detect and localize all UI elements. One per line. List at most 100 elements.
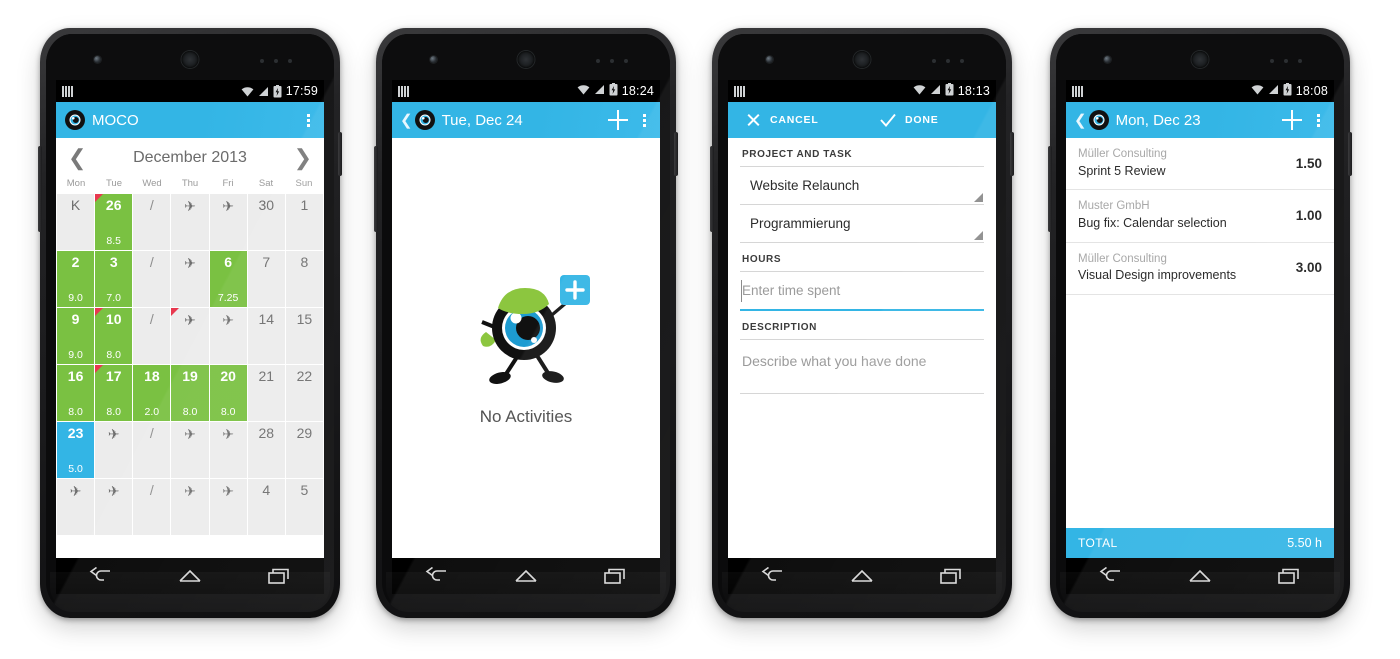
plus-icon[interactable] <box>606 108 630 132</box>
overflow-menu-icon[interactable] <box>1310 109 1326 131</box>
activity-row[interactable]: Muster GmbH Bug fix: Calendar selection 1.… <box>1066 190 1334 243</box>
calendar-day-cell[interactable]: ✈ <box>171 479 209 535</box>
nav-recents-icon[interactable] <box>1277 567 1301 585</box>
calendar-day-cell[interactable]: 18 2.0 <box>133 365 171 421</box>
nav-home-icon[interactable] <box>514 567 538 585</box>
calendar-day-cell[interactable]: / <box>133 194 171 250</box>
calendar-day-cell[interactable]: 7 <box>247 251 285 307</box>
calendar-day-cell[interactable]: / <box>133 308 171 364</box>
chevron-left-icon[interactable]: ❮ <box>1074 113 1087 128</box>
power-button[interactable] <box>1010 132 1014 176</box>
nav-back-icon[interactable] <box>761 567 785 585</box>
calendar-day-cell[interactable]: / <box>133 251 171 307</box>
chevron-right-icon[interactable]: ❯ <box>294 147 312 169</box>
calendar-day-cell[interactable]: 28 <box>247 422 285 478</box>
task-select[interactable]: Programmierung <box>740 205 984 243</box>
day-number: 8 <box>300 254 309 270</box>
calendar-day-cell[interactable]: ✈ <box>171 251 209 307</box>
calendar-day-cell[interactable]: 22 <box>285 365 323 421</box>
calendar-day-cell[interactable]: ✈ <box>171 422 209 478</box>
calendar-day-cell[interactable]: 10 8.0 <box>95 308 133 364</box>
calendar-day-cell[interactable]: 26 8.5 <box>95 194 133 250</box>
calendar-day-cell[interactable]: 15 <box>285 308 323 364</box>
hours-input[interactable]: Enter time spent <box>740 272 984 311</box>
done-button[interactable]: DONE <box>862 113 996 128</box>
calendar-day-cell[interactable]: 6 7.25 <box>209 251 247 307</box>
nav-recents-icon[interactable] <box>603 567 627 585</box>
dropdown-triangle-icon <box>974 231 983 240</box>
total-bar: TOTAL 5.50 h <box>1066 528 1334 558</box>
moco-logo-icon[interactable] <box>1088 109 1110 131</box>
cancel-button[interactable]: CANCEL <box>728 113 862 128</box>
calendar-day-cell[interactable]: 20 8.0 <box>209 365 247 421</box>
calendar-day-cell[interactable]: ✈ <box>209 194 247 250</box>
calendar-day-cell[interactable]: ✈ <box>171 308 209 364</box>
chevron-left-icon[interactable]: ❮ <box>400 113 413 128</box>
weekday-label: Fri <box>222 178 234 189</box>
project-select[interactable]: Website Relaunch <box>740 167 984 205</box>
calendar-day-cell[interactable]: 17 8.0 <box>95 365 133 421</box>
calendar-day-cell[interactable]: 16 8.0 <box>57 365 95 421</box>
calendar-day-cell[interactable]: ✈ <box>95 422 133 478</box>
calendar-day-cell[interactable]: 2 9.0 <box>57 251 95 307</box>
moco-logo-icon[interactable] <box>414 109 436 131</box>
calendar-day-cell[interactable]: ✈ <box>209 479 247 535</box>
airplane-icon: ✈ <box>184 255 196 271</box>
calendar-day-cell[interactable]: / <box>133 422 171 478</box>
calendar-day-cell[interactable]: 29 <box>285 422 323 478</box>
app-bar: ❮ Mon, Dec 23 <box>1066 102 1334 138</box>
phone-top-bezel <box>46 34 334 80</box>
power-button[interactable] <box>674 132 678 176</box>
activity-row[interactable]: Müller Consulting Visual Design improveme… <box>1066 243 1334 296</box>
volume-button[interactable] <box>374 146 378 232</box>
power-button[interactable] <box>338 132 342 176</box>
nav-back-icon[interactable] <box>1099 567 1123 585</box>
calendar-day-cell[interactable]: ✈ <box>95 479 133 535</box>
calendar-day-cell[interactable]: 4 <box>247 479 285 535</box>
calendar-day-cell[interactable]: 19 8.0 <box>171 365 209 421</box>
nav-recents-icon[interactable] <box>267 567 291 585</box>
calendar-day-cell[interactable]: ✈ <box>171 194 209 250</box>
power-button[interactable] <box>1348 132 1352 176</box>
volume-button[interactable] <box>710 146 714 232</box>
volume-button[interactable] <box>38 146 42 232</box>
calendar-day-cell[interactable]: 23 5.0 <box>57 422 95 478</box>
activity-row[interactable]: Müller Consulting Sprint 5 Review 1.50 <box>1066 138 1334 191</box>
total-label: TOTAL <box>1078 536 1118 550</box>
nav-home-icon[interactable] <box>850 567 874 585</box>
description-input[interactable]: Describe what you have done <box>740 340 984 394</box>
calendar-day-cell[interactable]: 30 <box>247 194 285 250</box>
battery-charging-icon <box>945 83 954 99</box>
plus-icon[interactable] <box>1280 108 1304 132</box>
nav-home-icon[interactable] <box>178 567 202 585</box>
day-hours: 8.0 <box>220 406 236 418</box>
done-label: DONE <box>905 114 939 126</box>
calendar-day-cell[interactable]: 1 <box>285 194 323 250</box>
battery-charging-icon <box>609 83 618 99</box>
overflow-menu-icon[interactable] <box>300 109 316 131</box>
calendar-day-cell[interactable]: 21 <box>247 365 285 421</box>
nav-home-icon[interactable] <box>1188 567 1212 585</box>
nav-back-icon[interactable] <box>89 567 113 585</box>
day-number: 18 <box>144 368 160 384</box>
calendar-day-cell[interactable]: / <box>133 479 171 535</box>
airplane-icon: ✈ <box>222 426 234 442</box>
weekday-label: Thu <box>181 178 199 189</box>
calendar-day-cell[interactable]: ✈ <box>209 422 247 478</box>
volume-button[interactable] <box>1048 146 1052 232</box>
front-camera-icon <box>430 56 437 63</box>
calendar-day-cell[interactable]: 8 <box>285 251 323 307</box>
proximity-sensors-icon <box>596 59 630 63</box>
nav-back-icon[interactable] <box>425 567 449 585</box>
chevron-left-icon[interactable]: ❮ <box>68 147 86 169</box>
nav-recents-icon[interactable] <box>939 567 963 585</box>
calendar-day-cell[interactable]: ✈ <box>209 308 247 364</box>
calendar-day-cell[interactable]: 14 <box>247 308 285 364</box>
calendar-day-cell[interactable]: K <box>57 194 95 250</box>
overflow-menu-icon[interactable] <box>636 109 652 131</box>
calendar-day-cell[interactable]: 9 9.0 <box>57 308 95 364</box>
calendar-day-cell[interactable]: 5 <box>285 479 323 535</box>
calendar-day-cell[interactable]: ✈ <box>57 479 95 535</box>
calendar-day-cell[interactable]: 3 7.0 <box>95 251 133 307</box>
day-number: 2 <box>71 254 80 270</box>
